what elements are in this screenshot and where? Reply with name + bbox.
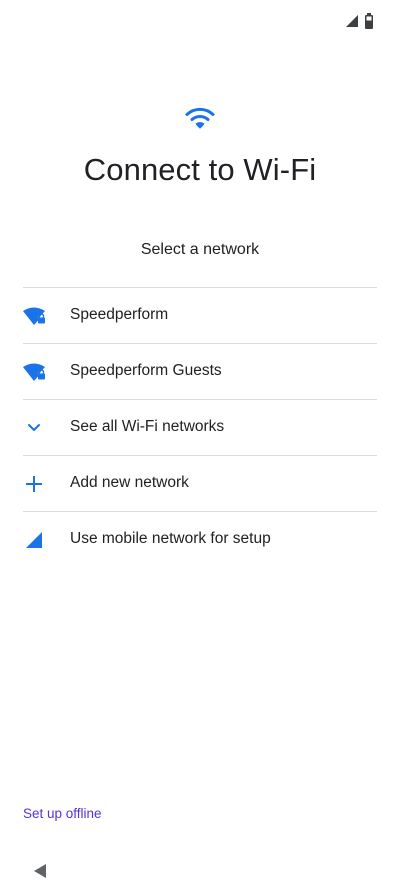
mobile-network-label: Use mobile network for setup (70, 530, 271, 547)
wifi-lock-icon (23, 363, 45, 381)
add-network-item[interactable]: Add new network (23, 455, 377, 511)
add-network-label: Add new network (70, 474, 189, 491)
cellular-signal-icon (26, 532, 42, 548)
network-item-speedperform[interactable]: Speedperform (23, 287, 377, 343)
page-subtitle: Select a network (140, 241, 260, 258)
network-item-speedperform-guests[interactable]: Speedperform Guests (23, 343, 377, 399)
signal-strength-icon (346, 15, 358, 27)
wifi-lock-icon (23, 307, 45, 325)
see-all-networks-item[interactable]: See all Wi-Fi networks (23, 399, 377, 455)
battery-icon (365, 13, 373, 29)
see-all-networks-label: See all Wi-Fi networks (70, 418, 225, 435)
status-bar (0, 0, 400, 44)
network-name: Speedperform Guests (70, 362, 222, 379)
network-list: Speedperform Speedperform Guests See all… (23, 287, 377, 567)
network-name: Speedperform (70, 306, 169, 323)
chevron-down-icon (28, 424, 40, 431)
set-up-offline-link[interactable]: Set up offline (23, 806, 102, 821)
plus-icon (26, 476, 42, 492)
back-nav-icon[interactable] (33, 863, 47, 879)
wifi-icon (185, 107, 215, 129)
page-title: Connect to Wi-Fi (83, 152, 317, 187)
mobile-network-item[interactable]: Use mobile network for setup (23, 511, 377, 567)
